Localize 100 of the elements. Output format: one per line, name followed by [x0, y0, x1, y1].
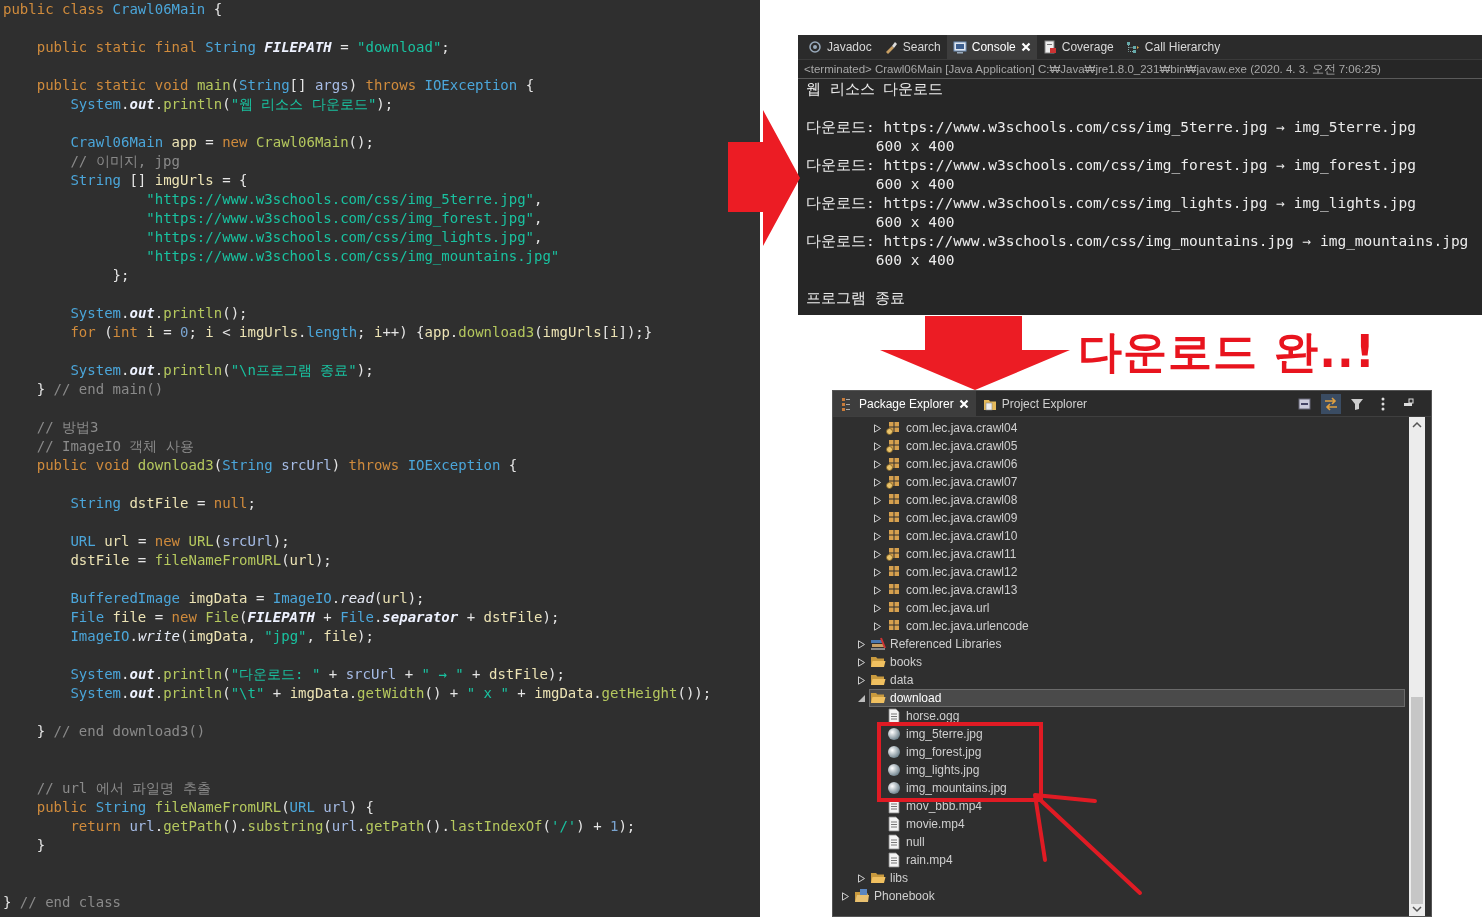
code-line: } // end download3() [35, 722, 207, 741]
code-line: "https://www.w3schools.com/css/img_lights.jpg", [145, 228, 544, 247]
collapsed-triangle-icon[interactable] [856, 657, 866, 667]
package-badge-icon [886, 546, 902, 562]
code-line: String [] imgUrls = { [69, 171, 249, 190]
two-arrows-icon [1323, 395, 1339, 412]
package-badge-icon [886, 456, 902, 472]
tree-item[interactable]: Phonebook [853, 887, 1405, 905]
console-status: <terminated> Crawl06Main [Java Application] C:₩Java₩jre1.8.0_231₩bin₩javaw.exe (2020. 4. 3. 오전 7:06:25) [798, 60, 1482, 79]
tree-item[interactable]: libs [869, 869, 1405, 887]
code-line: // url 에서 파일명 추출 [35, 779, 212, 798]
code-line: dstFile = fileNameFromURL(url); [69, 551, 333, 570]
document-icon [1042, 40, 1057, 54]
close-icon[interactable] [958, 398, 969, 409]
sphere-icon [886, 762, 902, 778]
collapsed-triangle-icon[interactable] [872, 459, 882, 469]
view-tab[interactable]: Coverage [1036, 35, 1120, 59]
tree-item[interactable]: books [869, 653, 1405, 671]
code-line: for (int i = 0; i < imgUrls.length; i++) {app.download3(imgUrls[i]);} [69, 323, 654, 342]
code-line: // ImageIO 객체 사용 [35, 437, 195, 456]
tree-item[interactable]: movie.mp4 [885, 815, 1405, 833]
collapsed-triangle-icon[interactable] [872, 423, 882, 433]
collapsed-triangle-icon[interactable] [872, 621, 882, 631]
tree-item[interactable]: com.lec.java.crawl11 [885, 545, 1405, 563]
code-line: URL url = new URL(srcUrl); [69, 532, 291, 551]
code-line: }; [111, 266, 131, 285]
tree-item[interactable]: com.lec.java.crawl07 [885, 473, 1405, 491]
tree-item[interactable]: rain.mp4 [885, 851, 1405, 869]
tree-item[interactable]: download [869, 689, 1405, 707]
two-arrows-button[interactable] [1321, 393, 1341, 414]
tree-item[interactable]: data [869, 671, 1405, 689]
tree-item[interactable]: com.lec.java.crawl05 [885, 437, 1405, 455]
code-line: System.out.println("웹 리소스 다운로드"); [69, 95, 395, 114]
collapsed-triangle-icon[interactable] [872, 513, 882, 523]
tree-item[interactable]: com.lec.java.crawl10 [885, 527, 1405, 545]
collapsed-triangle-icon[interactable] [872, 477, 882, 487]
view-tab[interactable]: Project Explorer [975, 391, 1095, 416]
tree-item[interactable]: com.lec.java.crawl12 [885, 563, 1405, 581]
collapsed-triangle-icon[interactable] [856, 639, 866, 649]
code-line: public static void main(String[] args) throws IOException { [35, 76, 536, 95]
collapsed-triangle-icon[interactable] [872, 531, 882, 541]
code-line: "https://www.w3schools.com/css/img_forest.jpg", [145, 209, 544, 228]
tree-item[interactable]: com.lec.java.crawl06 [885, 455, 1405, 473]
collapsed-triangle-icon[interactable] [856, 873, 866, 883]
view-tab[interactable]: Console [946, 35, 1037, 59]
view-tab[interactable]: Call Hierarchy [1119, 35, 1227, 59]
tree-item[interactable]: img_forest.jpg [885, 743, 1405, 761]
collapse-all-icon [1297, 395, 1313, 412]
tree-item[interactable]: com.lec.java.crawl13 [885, 581, 1405, 599]
file-icon [886, 816, 902, 832]
package-badge-icon [886, 420, 902, 436]
code-line: public class Crawl06Main { [2, 0, 224, 19]
scrollbar[interactable] [1409, 417, 1425, 916]
tree-item[interactable]: com.lec.java.crawl08 [885, 491, 1405, 509]
tree-item[interactable]: img_mountains.jpg [885, 779, 1405, 797]
view-tab[interactable]: Search [877, 35, 947, 59]
code-line: System.out.println(); [69, 304, 249, 323]
collapsed-triangle-icon[interactable] [872, 495, 882, 505]
code-line: Crawl06Main app = new Crawl06Main(); [69, 133, 375, 152]
code-line: "https://www.w3schools.com/css/img_mountains.jpg" [145, 247, 561, 266]
tree-item[interactable]: horse.ogg [885, 707, 1405, 725]
collapsed-triangle-icon[interactable] [872, 441, 882, 451]
code-line: // 방법3 [35, 418, 100, 437]
tree-item[interactable]: Referenced Libraries [869, 635, 1405, 653]
collapsed-triangle-icon[interactable] [872, 603, 882, 613]
collapsed-triangle-icon[interactable] [872, 567, 882, 577]
view-tab[interactable]: Javadoc [802, 35, 878, 59]
file-icon [886, 708, 902, 724]
console-line: 600 x 400 [874, 137, 956, 156]
tree-item[interactable]: img_5terre.jpg [885, 725, 1405, 743]
tree-item[interactable]: null [885, 833, 1405, 851]
sphere-icon [886, 726, 902, 742]
view-tab[interactable]: Package Explorer [833, 391, 976, 416]
code-line: System.out.println("다운로드: " + srcUrl + " → " + dstFile); [69, 665, 566, 684]
console-line: 다운로드: https://www.w3schools.com/css/img_mountains.jpg → img_mountains.jpg [806, 232, 1470, 251]
tree-item[interactable]: mov_bbb.mp4 [885, 797, 1405, 815]
collapsed-triangle-icon[interactable] [856, 675, 866, 685]
code-line: ImageIO.write(imgData, "jpg", file); [69, 627, 375, 646]
console-line: 다운로드: https://www.w3schools.com/css/img_5terre.jpg → img_5terre.jpg [806, 118, 1417, 137]
tree-item[interactable]: com.lec.java.url [885, 599, 1405, 617]
monitor-icon [952, 40, 967, 54]
annotation-text: 다운로드 완..! [1078, 325, 1376, 379]
collapsed-triangle-icon[interactable] [872, 549, 882, 559]
collapsed-triangle-icon[interactable] [840, 891, 850, 901]
hierarchy-icon [1125, 40, 1140, 54]
code-line: } // end main() [35, 380, 165, 399]
console-line: 다운로드: https://www.w3schools.com/css/img_lights.jpg → img_lights.jpg [806, 194, 1417, 213]
console-line: 프로그램 종료 [806, 289, 906, 308]
code-line: System.out.println("\n프로그램 종료"); [69, 361, 375, 380]
tree-item[interactable]: com.lec.java.crawl04 [885, 419, 1405, 437]
package-badge-icon [886, 438, 902, 454]
code-line: BufferedImage imgData = ImageIO.read(url); [69, 589, 426, 608]
close-icon[interactable] [1020, 42, 1031, 52]
tree-item[interactable]: com.lec.java.crawl09 [885, 509, 1405, 527]
collapsed-triangle-icon[interactable] [872, 585, 882, 595]
expanded-triangle-icon[interactable] [856, 693, 866, 703]
folder-icon [870, 654, 886, 670]
tree-item[interactable]: com.lec.java.urlencode [885, 617, 1405, 635]
tree-item[interactable]: img_lights.jpg [885, 761, 1405, 779]
sphere-icon [886, 780, 902, 796]
